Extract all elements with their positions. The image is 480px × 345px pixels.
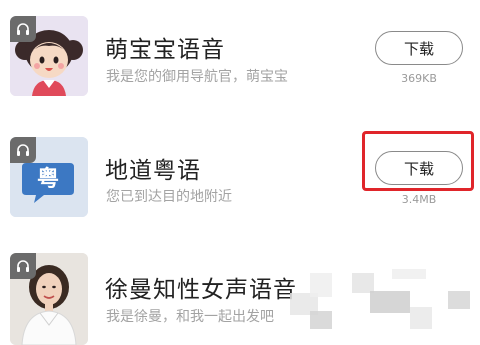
voice-pack-list: 萌宝宝语音 我是您的御用导航官，萌宝宝 下载 369KB 粤 地道粤语 您已到达… (0, 0, 480, 345)
cantonese-glyph: 粤 (36, 167, 59, 192)
obscured-region (410, 307, 432, 329)
voice-pack-subtitle: 我是徐曼，和我一起出发吧 (106, 309, 274, 325)
headphones-icon (17, 144, 29, 156)
voice-pack-subtitle: 我是您的御用导航官，萌宝宝 (106, 69, 288, 85)
list-item-voice-pack[interactable]: 萌宝宝语音 我是您的御用导航官，萌宝宝 下载 369KB (0, 0, 480, 115)
obscured-region (392, 269, 426, 279)
voice-pack-title: 萌宝宝语音 (105, 37, 225, 63)
voice-thumbnail (10, 16, 88, 96)
voice-pack-title: 地道粤语 (105, 158, 201, 184)
headphones-icon (17, 260, 29, 272)
voice-pack-subtitle: 您已到达目的地附近 (106, 189, 232, 205)
headphones-badge (10, 137, 36, 163)
headphones-badge (10, 253, 36, 279)
file-size: 3.4MB (401, 193, 437, 206)
list-item-voice-pack[interactable]: 徐曼知性女声语音 我是徐曼，和我一起出发吧 (0, 233, 480, 345)
highlight-box (362, 131, 474, 191)
obscured-region (352, 273, 374, 293)
obscured-region (310, 273, 332, 297)
headphones-icon (17, 23, 29, 35)
download-button[interactable]: 下载 (375, 31, 463, 65)
voice-thumbnail: 粤 (10, 137, 88, 217)
obscured-region (310, 311, 332, 329)
obscured-region (370, 291, 410, 313)
headphones-badge (10, 16, 36, 42)
file-size: 369KB (401, 72, 437, 85)
voice-pack-title: 徐曼知性女声语音 (105, 277, 297, 303)
voice-thumbnail (10, 253, 88, 345)
obscured-region (448, 291, 470, 309)
